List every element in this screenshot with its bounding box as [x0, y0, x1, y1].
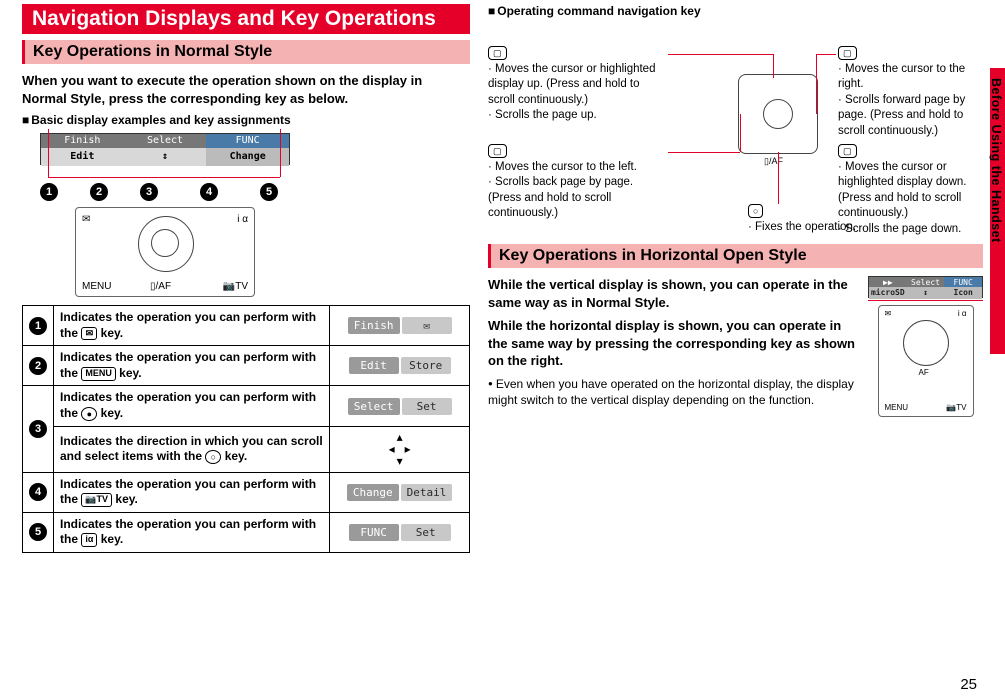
- sub-title-horizontal: Key Operations in Horizontal Open Style: [488, 244, 983, 268]
- hseg-r-top: FUNC: [944, 277, 982, 287]
- btn-set: Set: [402, 398, 452, 415]
- hseg-c-bot: ↕: [907, 287, 945, 299]
- page-number: 25: [960, 676, 977, 693]
- main-title: Navigation Displays and Key Operations: [22, 4, 470, 34]
- hk-tv-label: 📷TV: [946, 403, 966, 412]
- nav-right-1: Moves the cursor to the right.: [838, 63, 965, 91]
- seg-select: Select: [124, 134, 207, 148]
- right-key-icon: ▢: [838, 46, 857, 60]
- btn-edit: Edit: [349, 357, 399, 374]
- mail-icon: ✉: [82, 214, 90, 225]
- hor-note: Even when you have operated on the horiz…: [488, 376, 858, 408]
- hk-mail-icon: ✉: [885, 309, 892, 318]
- btn-change: Change: [347, 484, 399, 501]
- num-3: 3: [140, 183, 158, 201]
- nav-up-1: Moves the cursor or highlighted display …: [488, 63, 655, 106]
- seg-scroll: ↕: [124, 148, 207, 166]
- center-key-icon: ●: [81, 407, 97, 421]
- seg-edit: Edit: [41, 148, 124, 166]
- horizontal-figure: ▶▶microSD Select↕ FUNCIcon ✉ i α AF MENU…: [868, 276, 983, 417]
- display-figure: FinishEdit Select↕ FUNCChange 1 2 3 4 5 …: [40, 133, 290, 297]
- nav-left-2: Scrolls back page by page. (Press and ho…: [488, 176, 633, 219]
- row-num-4: 4: [29, 483, 47, 501]
- row-num-2: 2: [29, 357, 47, 375]
- num-4: 4: [200, 183, 218, 201]
- tv-key-icon: 📷TV: [81, 493, 112, 507]
- nav-heading: Operating command navigation key: [488, 4, 983, 18]
- nav-right-2: Scrolls forward page by page. (Press and…: [838, 94, 965, 137]
- hseg-r-bot: Icon: [944, 287, 982, 299]
- num-2: 2: [90, 183, 108, 201]
- af-label: ▯/AF: [150, 281, 171, 292]
- num-1: 1: [40, 183, 58, 201]
- nav-center: Fixes the operation.: [755, 221, 856, 233]
- row-3b-desc: Indicates the direction in which you can…: [60, 434, 323, 464]
- hseg-l-bot: microSD: [869, 287, 907, 299]
- tv-label: 📷TV: [223, 281, 248, 292]
- nav-left-1: Moves the cursor to the left.: [495, 161, 637, 173]
- btn-select: Select: [348, 398, 400, 415]
- btn-detail: Detail: [401, 484, 453, 501]
- arrow-indicator: ▴◂ ▸▾: [389, 431, 411, 467]
- btn-finish: Finish: [348, 317, 400, 334]
- mail-key-icon: ✉: [81, 327, 97, 341]
- side-tab-text: Before Using the Handset: [989, 78, 1003, 243]
- intro-text: When you want to execute the operation s…: [22, 72, 470, 107]
- row-num-3: 3: [29, 420, 47, 438]
- btn-set2: Set: [401, 524, 451, 541]
- hseg-c-top: Select: [907, 277, 945, 287]
- row-num-5: 5: [29, 523, 47, 541]
- num-5: 5: [260, 183, 278, 201]
- hor-text-1: While the vertical display is shown, you…: [488, 276, 858, 311]
- seg-change: Change: [206, 148, 289, 166]
- hk-i-label: i α: [958, 309, 967, 318]
- center-key-icon: ○: [748, 204, 763, 218]
- ialpha-key-icon: iα: [81, 533, 97, 547]
- btn-func: FUNC: [349, 524, 399, 541]
- seg-func: FUNC: [206, 134, 289, 148]
- basic-heading: Basic display examples and key assignmen…: [22, 113, 470, 127]
- hor-text-2: While the horizontal display is shown, y…: [488, 317, 858, 370]
- hk-menu-label: MENU: [885, 403, 909, 412]
- nav-up-2: Scrolls the page up.: [495, 109, 597, 121]
- i-alpha-label: i α: [237, 214, 248, 225]
- down-key-icon: ▢: [838, 144, 857, 158]
- operations-table: 1 Indicates the operation you can perfor…: [22, 305, 470, 553]
- up-key-icon: ▢: [488, 46, 507, 60]
- nav-keypad-graphic: ▯/AF: [738, 74, 818, 154]
- nav-af-label: ▯/AF: [764, 156, 783, 167]
- seg-finish: Finish: [41, 134, 124, 148]
- left-key-icon: ▢: [488, 144, 507, 158]
- sub-title-normal: Key Operations in Normal Style: [22, 40, 470, 64]
- menu-label: MENU: [82, 281, 111, 292]
- nav-diagram: ▯/AF ▢ · Moves the cursor or highlighted…: [488, 24, 983, 234]
- menu-key-icon: MENU: [81, 367, 116, 381]
- hseg-l-top: ▶▶: [869, 277, 907, 287]
- btn-mail: ✉: [402, 317, 452, 334]
- hk-af-label: AF: [919, 368, 929, 377]
- btn-store: Store: [401, 357, 451, 374]
- ring-key-icon: ○: [205, 450, 221, 464]
- keypad-graphic: ✉ i α MENU ▯/AF 📷TV: [75, 207, 255, 297]
- row-num-1: 1: [29, 317, 47, 335]
